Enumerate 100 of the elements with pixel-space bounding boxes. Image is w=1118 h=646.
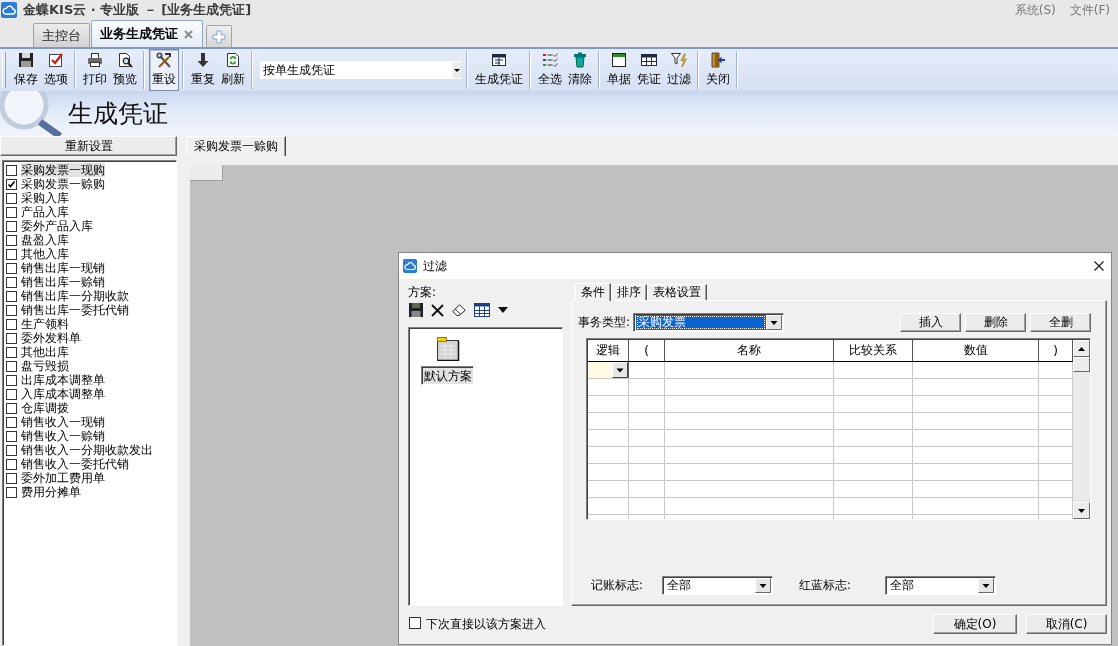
action-button[interactable]: 删除 bbox=[965, 313, 1026, 332]
tab[interactable]: 主控台 bbox=[33, 23, 90, 47]
tab[interactable]: 表格设置 bbox=[647, 284, 707, 300]
table-icon[interactable] bbox=[474, 303, 490, 317]
checkbox[interactable] bbox=[6, 402, 17, 414]
checkbox-label[interactable]: 生产领料 bbox=[21, 317, 69, 331]
scroll-down-button[interactable] bbox=[1073, 502, 1090, 519]
printer-icon bbox=[87, 52, 103, 68]
window-title: 金蝶KIS云 · 专业版 － [业务生成凭证] bbox=[23, 1, 252, 19]
checkbox-label[interactable]: 盘盈入库 bbox=[21, 233, 69, 247]
checkbox-label[interactable]: 销售收入一分期收款发出 bbox=[21, 443, 153, 457]
checkbox-label[interactable]: 销售收入一现销 bbox=[21, 415, 105, 429]
checkbox[interactable] bbox=[6, 178, 17, 190]
mode-dropdown[interactable]: 按单生成凭证 bbox=[260, 61, 461, 79]
checkbox-label[interactable]: 销售出库一委托代销 bbox=[21, 303, 129, 317]
scroll-up-button[interactable] bbox=[1073, 340, 1090, 357]
checkbox-label[interactable]: 采购发票一现购 bbox=[21, 163, 105, 177]
column-header: 数值 bbox=[913, 340, 1039, 361]
checkbox-label[interactable]: 销售收入一委托代销 bbox=[21, 457, 129, 471]
dropdown-field[interactable]: 全部 bbox=[885, 576, 996, 595]
checkbox[interactable] bbox=[6, 458, 17, 470]
checkbox-label[interactable]: 销售出库一赊销 bbox=[21, 275, 105, 289]
checkbox-label[interactable]: 委外发料单 bbox=[21, 331, 81, 345]
toolbar-button[interactable]: 单据 bbox=[604, 49, 634, 91]
cross-icon[interactable] bbox=[431, 303, 444, 317]
toolbar-button[interactable]: 重复 bbox=[188, 49, 218, 91]
checkbox-label[interactable]: 仓库调拨 bbox=[21, 401, 69, 415]
checkbox-label[interactable]: 委外产品入库 bbox=[21, 219, 93, 233]
checkbox[interactable] bbox=[6, 444, 17, 456]
checkbox[interactable] bbox=[6, 248, 17, 260]
checkbox[interactable] bbox=[6, 388, 17, 400]
toolbar-button[interactable]: 全选 bbox=[535, 49, 565, 91]
caret-icon bbox=[978, 578, 994, 593]
checkbox-label[interactable]: 盘亏毁损 bbox=[21, 359, 69, 373]
checkbox-label[interactable]: 委外加工费用单 bbox=[21, 471, 105, 485]
checkmark-icon bbox=[48, 52, 64, 68]
dialog-button[interactable]: 取消(C) bbox=[1026, 614, 1107, 634]
checkbox-label[interactable]: 产品入库 bbox=[21, 205, 69, 219]
checkbox[interactable] bbox=[6, 318, 17, 330]
cloud-icon bbox=[1, 2, 17, 18]
dropdown-field[interactable]: 全部 bbox=[662, 576, 773, 595]
checkbox[interactable] bbox=[6, 234, 17, 246]
close-icon[interactable] bbox=[1093, 260, 1105, 272]
checkbox[interactable] bbox=[6, 262, 17, 274]
menu-item[interactable]: 文件(F) bbox=[1069, 1, 1110, 19]
toolbar-button[interactable]: 过滤 bbox=[664, 49, 694, 91]
checkbox-label[interactable]: 入库成本调整单 bbox=[21, 387, 105, 401]
toolbar-button[interactable]: 选项 bbox=[41, 49, 71, 91]
checkbox-label[interactable]: 费用分摊单 bbox=[21, 485, 81, 499]
checkbox[interactable] bbox=[6, 374, 17, 386]
checkbox-label[interactable]: 下次直接以该方案进入 bbox=[426, 616, 546, 633]
toolbar-button[interactable]: 生成凭证 bbox=[472, 49, 526, 91]
scheme-name[interactable]: 默认方案 bbox=[421, 366, 474, 385]
checkbox[interactable] bbox=[6, 220, 17, 232]
checkbox[interactable] bbox=[6, 164, 17, 176]
checkbox-label[interactable]: 采购发票一赊购 bbox=[21, 177, 105, 191]
toolbar-button[interactable]: 预览 bbox=[110, 49, 140, 91]
toolbar-button[interactable]: 刷新 bbox=[218, 49, 248, 91]
toolbar-button[interactable]: 清除 bbox=[565, 49, 595, 91]
checkbox[interactable] bbox=[6, 346, 17, 358]
down-arrow-icon bbox=[195, 52, 211, 68]
checkbox[interactable] bbox=[6, 486, 17, 498]
checkbox[interactable] bbox=[6, 304, 17, 316]
checkbox-label[interactable]: 销售收入一赊销 bbox=[21, 429, 105, 443]
checkbox[interactable] bbox=[6, 276, 17, 288]
checkbox-label[interactable]: 采购入库 bbox=[21, 191, 69, 205]
checkbox[interactable] bbox=[6, 472, 17, 484]
caret-icon[interactable] bbox=[498, 307, 508, 313]
action-button[interactable]: 插入 bbox=[900, 313, 961, 332]
tab[interactable]: 排序 bbox=[611, 284, 647, 300]
checkbox-label[interactable]: 其他出库 bbox=[21, 345, 69, 359]
checkbox[interactable] bbox=[6, 332, 17, 344]
checkbox[interactable] bbox=[6, 416, 17, 428]
toolbar-button[interactable]: 保存 bbox=[11, 49, 41, 91]
scrollbar-thumb[interactable] bbox=[1073, 357, 1090, 372]
toolbar-button[interactable]: 凭证 bbox=[634, 49, 664, 91]
action-button[interactable]: 全删 bbox=[1030, 313, 1091, 332]
reset-button[interactable]: 重新设置 bbox=[0, 136, 177, 156]
checkbox[interactable] bbox=[6, 430, 17, 442]
checkbox[interactable] bbox=[6, 192, 17, 204]
checkbox-label[interactable]: 销售出库一现销 bbox=[21, 261, 105, 275]
toolbar-button[interactable]: 打印 bbox=[80, 49, 110, 91]
checkbox-label[interactable]: 其他入库 bbox=[21, 247, 69, 261]
checkbox[interactable] bbox=[409, 617, 421, 629]
menu-item[interactable]: 系统(S) bbox=[1014, 1, 1056, 19]
checkbox[interactable] bbox=[6, 206, 17, 218]
eraser-icon[interactable] bbox=[452, 304, 466, 316]
dialog-button[interactable]: 确定(O) bbox=[933, 614, 1017, 634]
tab[interactable]: 业务生成凭证 bbox=[91, 20, 203, 47]
tab[interactable]: 条件 bbox=[575, 283, 611, 301]
column-header: 名称 bbox=[665, 340, 834, 361]
checkbox[interactable] bbox=[6, 290, 17, 302]
checkbox-label[interactable]: 出库成本调整单 bbox=[21, 373, 105, 387]
toolbar-button[interactable]: 关闭 bbox=[703, 49, 733, 91]
tab[interactable]: 采购发票一赊购 bbox=[186, 136, 286, 156]
checkbox-label[interactable]: 销售出库一分期收款 bbox=[21, 289, 129, 303]
logic-dropdown[interactable] bbox=[588, 362, 629, 378]
toolbar-button[interactable]: 重设 bbox=[149, 49, 179, 91]
checkbox[interactable] bbox=[6, 360, 17, 372]
dropdown-field[interactable]: 采购发票 bbox=[633, 313, 785, 332]
